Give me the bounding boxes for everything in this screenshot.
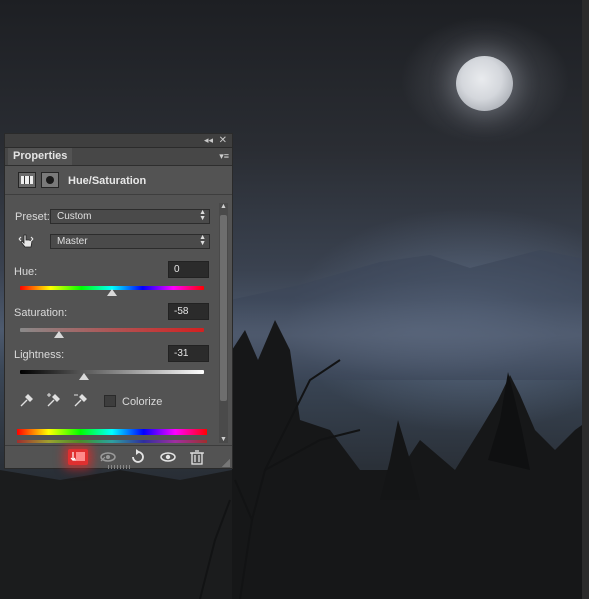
canvas-edge [582, 0, 589, 599]
input-color-bar [17, 429, 207, 435]
eyedropper-add-icon[interactable] [46, 392, 60, 408]
close-panel-icon[interactable]: ✕ [219, 134, 227, 147]
panel-footer [5, 445, 232, 469]
hue-input[interactable]: 0 [168, 261, 209, 278]
reset-icon [132, 449, 144, 463]
panel-resize-grip[interactable] [108, 465, 130, 469]
eyedropper-icon[interactable] [19, 392, 33, 408]
panel-titlebar[interactable]: ◂◂ ✕ [5, 134, 232, 148]
panel-scrollbar[interactable]: ▲ ▼ [219, 203, 228, 443]
adjustment-header: Hue/Saturation [5, 166, 232, 195]
view-previous-state-icon [100, 452, 116, 462]
adjustment-layer-icon[interactable] [18, 172, 36, 188]
lightness-slider-thumb[interactable] [79, 373, 90, 380]
panel-tab-row: Properties ▾≡ [5, 148, 232, 166]
collapse-panel-icon[interactable]: ◂◂ [204, 134, 213, 147]
eyedropper-subtract-icon[interactable] [73, 392, 87, 408]
scroll-up-icon[interactable]: ▲ [219, 203, 228, 210]
select-arrows-icon: ▲ ▼ [199, 209, 206, 222]
lightness-slider-track[interactable] [20, 370, 204, 374]
clip-to-layer-icon [70, 452, 85, 461]
adjustment-controls: Preset: Custom ▲ ▼ Master ▲ ▼ Hue: 0 Satur… [5, 195, 232, 443]
eyedropper-group [19, 392, 99, 410]
preset-value: Custom [57, 211, 92, 222]
lightness-input[interactable]: -31 [168, 345, 209, 362]
toggle-visibility-button[interactable] [158, 449, 178, 465]
panel-menu-icon[interactable]: ▾≡ [219, 149, 229, 164]
targeted-adjustment-tool-icon[interactable] [17, 232, 35, 250]
channel-value: Master [57, 236, 88, 247]
view-previous-state-button[interactable] [98, 449, 118, 465]
properties-panel: ◂◂ ✕ Properties ▾≡ Hue/Saturation Preset… [4, 133, 233, 469]
lightness-label: Lightness: [14, 349, 65, 361]
colorize-checkbox[interactable] [104, 395, 116, 407]
hue-slider-thumb[interactable] [107, 289, 117, 296]
colorize-label: Colorize [122, 396, 163, 408]
saturation-label: Saturation: [14, 307, 68, 319]
preset-label: Preset: [15, 211, 50, 223]
saturation-input[interactable]: -58 [168, 303, 209, 320]
select-arrows-icon: ▲ ▼ [199, 234, 206, 247]
scrollbar-thumb[interactable] [220, 215, 227, 401]
delete-button[interactable] [187, 449, 207, 465]
delete-icon [190, 450, 204, 465]
saturation-slider-track[interactable] [20, 328, 204, 332]
layer-mask-icon[interactable] [41, 172, 59, 188]
adjustment-title: Hue/Saturation [68, 175, 147, 187]
visibility-icon [160, 452, 176, 462]
scroll-down-icon[interactable]: ▼ [219, 436, 228, 443]
channel-select[interactable]: Master ▲ ▼ [50, 234, 210, 249]
tab-properties[interactable]: Properties [8, 148, 73, 165]
clip-to-layer-button[interactable] [68, 449, 88, 465]
preset-select[interactable]: Custom ▲ ▼ [50, 209, 210, 224]
resize-corner-icon[interactable] [222, 459, 230, 467]
hue-label: Hue: [14, 266, 38, 278]
saturation-slider-thumb[interactable] [53, 331, 64, 338]
output-color-bar [17, 440, 207, 443]
reset-button[interactable] [128, 449, 148, 465]
